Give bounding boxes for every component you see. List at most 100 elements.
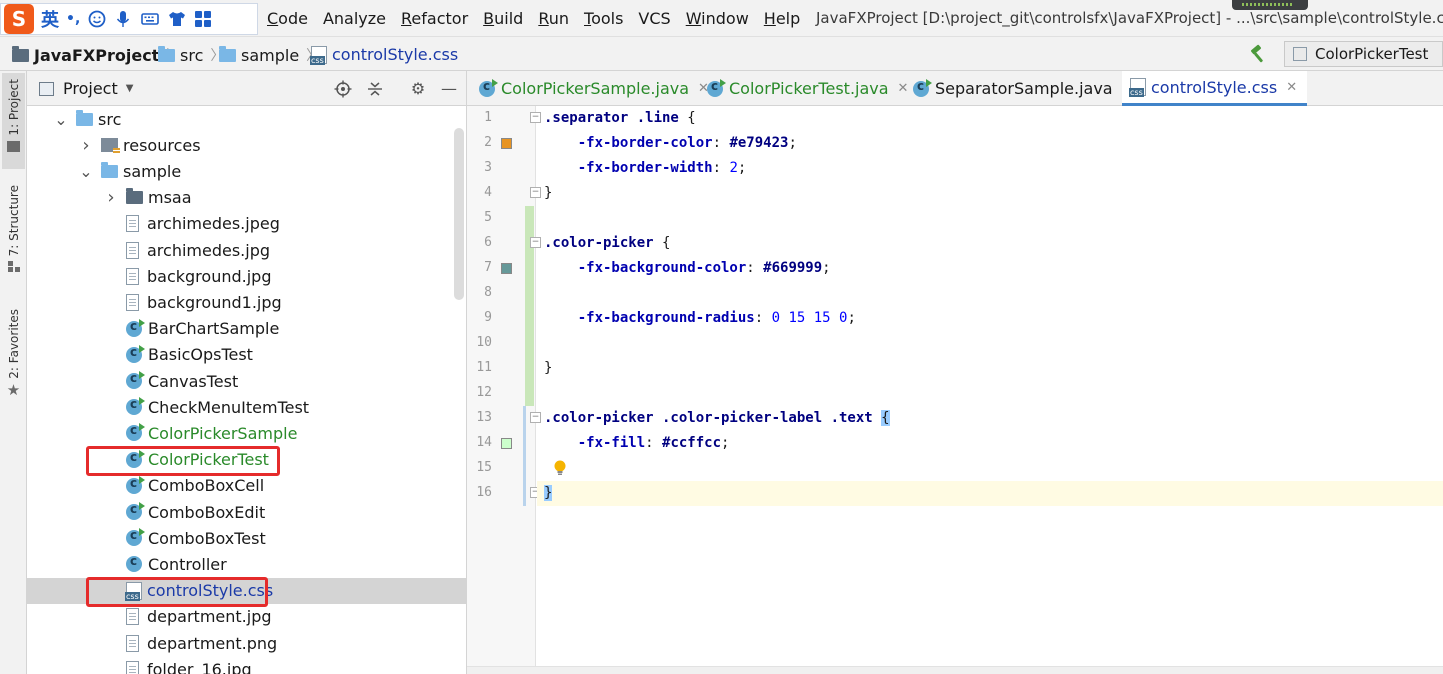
menu-run[interactable]: Run	[538, 9, 569, 28]
code-editor[interactable]: .separator .line { -fx-border-color: #e7…	[537, 106, 1443, 674]
change-marker[interactable]	[525, 206, 534, 406]
code-line[interactable]: }	[537, 481, 1443, 506]
code-line[interactable]	[537, 331, 1443, 356]
tree-item[interactable]: BarChartSample	[27, 316, 466, 342]
menu-tools[interactable]: Tools	[584, 9, 623, 28]
project-view-icon	[39, 81, 54, 96]
tree-item[interactable]: ComboBoxTest	[27, 525, 466, 551]
menu-vcs[interactable]: VCS	[638, 9, 670, 28]
tree-item[interactable]: ⌄ sample	[27, 158, 466, 184]
tree-scrollbar[interactable]	[454, 128, 464, 300]
tool-tab-favorites[interactable]: 2: Favorites ★	[2, 309, 25, 405]
code-line[interactable]: .color-picker {	[537, 231, 1443, 256]
editor-tab-label: SeparatorSample.java	[935, 79, 1113, 98]
tree-item[interactable]: archimedes.jpeg	[27, 211, 466, 237]
intention-bulb-icon[interactable]	[553, 460, 567, 476]
code-line[interactable]: }	[537, 356, 1443, 381]
menu-code[interactable]: Code	[267, 9, 308, 28]
code-line[interactable]: -fx-border-width: 2;	[537, 156, 1443, 181]
tree-item[interactable]: ColorPickerSample	[27, 420, 466, 446]
code-line[interactable]	[537, 381, 1443, 406]
locate-file-icon[interactable]	[334, 80, 352, 98]
tree-item[interactable]: Controller	[27, 551, 466, 577]
tree-item[interactable]: ComboBoxCell	[27, 473, 466, 499]
menu-run-label: un	[548, 9, 569, 28]
tree-item[interactable]: department.jpg	[27, 604, 466, 630]
code-token: 2	[729, 160, 738, 176]
code-line[interactable]: -fx-fill: #ccffcc;	[537, 431, 1443, 456]
build-hammer-icon[interactable]	[1248, 43, 1270, 65]
gear-icon[interactable]: ⚙	[409, 80, 427, 98]
close-icon[interactable]: ✕	[1286, 80, 1297, 95]
tool-tab-project[interactable]: 1: Project	[2, 73, 25, 169]
ime-punct-label[interactable]: •,	[66, 11, 80, 27]
breadcrumb-project[interactable]: JavaFXProject 〉	[12, 45, 180, 65]
sogou-logo-icon[interactable]: S	[4, 4, 34, 34]
editor-tab[interactable]: controlStyle.css ✕	[1122, 71, 1308, 106]
editor-tab[interactable]: ColorPickerTest.java ✕	[707, 71, 908, 106]
code-line[interactable]: }	[537, 181, 1443, 206]
expand-arrow-right-icon[interactable]: ›	[79, 135, 93, 156]
folder-icon	[76, 109, 93, 126]
expand-arrow-right-icon[interactable]: ›	[104, 187, 118, 208]
code-line[interactable]	[537, 206, 1443, 231]
menu-refactor[interactable]: Refactor	[401, 9, 468, 28]
hide-panel-icon[interactable]: —	[440, 80, 458, 98]
tree-item[interactable]: › resources	[27, 132, 466, 158]
color-swatch-icon[interactable]	[501, 138, 512, 149]
change-marker-modified[interactable]	[523, 406, 526, 506]
code-line[interactable]: -fx-background-radius: 0 15 15 0;	[537, 306, 1443, 331]
editor-tab[interactable]: ColorPickerSample.java✕	[479, 71, 709, 106]
menu-window[interactable]: Window	[686, 9, 749, 28]
tree-item-label: CheckMenuItemTest	[148, 397, 310, 417]
collapse-all-icon[interactable]	[366, 80, 384, 98]
tree-item[interactable]: archimedes.jpg	[27, 237, 466, 263]
folder-icon	[158, 45, 175, 62]
tree-item[interactable]: CheckMenuItemTest	[27, 394, 466, 420]
run-configuration-select[interactable]: ColorPickerTest	[1284, 41, 1443, 67]
project-folder-icon	[12, 45, 29, 62]
breadcrumb-file[interactable]: controlStyle.css	[310, 45, 458, 65]
project-view-selector[interactable]: Project ▼	[39, 79, 133, 98]
menu-tools-label: ools	[591, 9, 624, 28]
tool-tab-structure[interactable]: 7: Structure	[2, 185, 25, 285]
tree-item[interactable]: department.png	[27, 630, 466, 656]
toolbox-grid-icon[interactable]	[194, 10, 212, 28]
horizontal-scrollbar[interactable]	[467, 666, 1443, 674]
tree-item[interactable]: BasicOpsTest	[27, 342, 466, 368]
expand-arrow-down-icon[interactable]: ⌄	[79, 162, 93, 181]
tree-item[interactable]: background.jpg	[27, 263, 466, 289]
ime-mode-label[interactable]: 英	[41, 6, 59, 32]
menu-analyze[interactable]: Analyze	[323, 9, 386, 28]
code-line[interactable]	[537, 281, 1443, 306]
editor-tab[interactable]: SeparatorSample.java✕	[913, 71, 1133, 106]
color-swatch-icon[interactable]	[501, 263, 512, 274]
code-line[interactable]: .separator .line {	[537, 106, 1443, 131]
breadcrumb-sample-label: sample	[241, 45, 300, 65]
tree-item[interactable]: › msaa	[27, 185, 466, 211]
tree-item[interactable]: ComboBoxEdit	[27, 499, 466, 525]
breadcrumb-sample[interactable]: sample 〉	[219, 45, 320, 65]
tree-item[interactable]: folder_16.jpg	[27, 656, 466, 674]
code-line[interactable]	[537, 456, 1443, 481]
code-line[interactable]: .color-picker .color-picker-label .text …	[537, 406, 1443, 431]
microphone-icon[interactable]	[114, 10, 132, 28]
expand-arrow-down-icon[interactable]: ⌄	[54, 110, 68, 129]
menu-help[interactable]: Help	[764, 9, 800, 28]
tree-item[interactable]: background1.jpg	[27, 289, 466, 315]
breadcrumb-src[interactable]: src 〉	[158, 45, 224, 65]
image-file-icon	[126, 608, 139, 626]
keyboard-icon[interactable]	[140, 10, 160, 28]
tree-item[interactable]: ⌄ src	[27, 106, 466, 132]
line-number: 3	[484, 160, 492, 175]
memory-indicator[interactable]	[1232, 0, 1308, 10]
code-line[interactable]: -fx-background-color: #669999;	[537, 256, 1443, 281]
emoji-icon[interactable]	[88, 10, 106, 28]
color-swatch-icon[interactable]	[501, 438, 512, 449]
close-icon[interactable]: ✕	[898, 81, 909, 96]
menu-build[interactable]: Build	[483, 9, 523, 28]
skin-shirt-icon[interactable]	[168, 10, 186, 28]
image-file-icon	[126, 660, 139, 674]
tree-item[interactable]: CanvasTest	[27, 368, 466, 394]
code-line[interactable]: -fx-border-color: #e79423;	[537, 131, 1443, 156]
